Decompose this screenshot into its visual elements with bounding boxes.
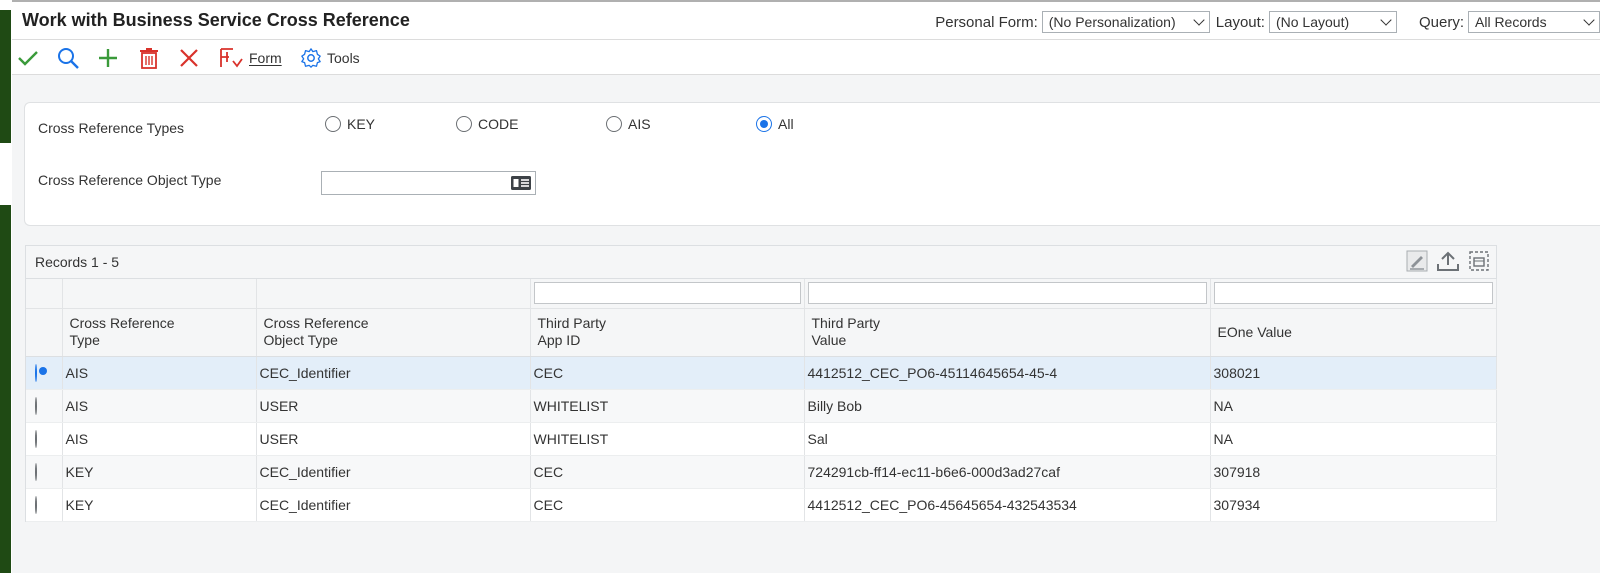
close-icon [180,49,198,67]
type-cell: AIS [62,422,257,456]
radio-code[interactable]: CODE [456,116,518,132]
qbe-eone-value-input[interactable] [1213,282,1493,305]
personal-form-label: Personal Form: [935,13,1038,31]
qbe-row [26,279,1497,309]
qbe-third-party-value-input[interactable] [807,282,1207,305]
form-menu-button[interactable]: Form [218,46,282,70]
export-icon[interactable] [1436,250,1460,272]
left-edge [0,0,12,573]
filter-panel: Cross Reference Types KEY CODE AIS All C… [24,102,1600,226]
third-party-value-cell: 724291cb-ff14-ec11-b6e6-000d3ad27caf [804,455,1211,489]
layout-select[interactable]: (No Layout) [1268,11,1397,33]
delete-button[interactable] [137,46,161,70]
query-select[interactable]: All Records [1468,11,1600,33]
app-id-cell: CEC [530,356,805,390]
tools-menu-button[interactable]: Tools [300,46,360,70]
row-select-radio-selected[interactable] [35,363,37,382]
col-header-object-type[interactable]: Cross Reference Object Type [256,308,531,357]
eone-value-cell: NA [1210,422,1497,456]
grid-header-bar: Records 1 - 5 [26,246,1496,279]
cross-reference-types-label: Cross Reference Types [38,120,185,136]
col-header-eone-value[interactable]: EOne Value [1210,308,1497,357]
third-party-value-cell: 4412512_CEC_PO6-45645654-432543534 [804,488,1211,522]
app-id-cell: CEC [530,488,805,522]
col-header-app-id[interactable]: Third Party App ID [530,308,805,357]
object-type-input[interactable] [321,171,536,195]
object-type-cell: USER [256,389,531,423]
trash-icon [140,48,158,69]
grid-body: AIS CEC_Identifier CEC 4412512_CEC_PO6-4511… [26,356,1497,522]
records-count: Records 1 - 5 [35,254,120,270]
add-button[interactable] [96,46,120,70]
qbe-third-party-app-id-input[interactable] [533,282,801,305]
page-title: Work with Business Service Cross Referen… [22,10,410,30]
table-row[interactable]: AIS CEC_Identifier CEC 4412512_CEC_PO6-4511… [26,356,1497,390]
checkmark-icon [18,51,38,66]
tools-menu-label: Tools [327,50,360,66]
eone-value-cell: 308021 [1210,356,1497,390]
radio-button-selected[interactable] [756,116,772,132]
eone-value-cell: 307918 [1210,455,1497,489]
close-button[interactable] [177,46,201,70]
radio-ais[interactable]: AIS [606,116,651,132]
maximize-grid-icon[interactable] [1468,250,1490,272]
object-type-cell: USER [256,422,531,456]
app-id-cell: WHITELIST [530,389,805,423]
chevron-down-icon [1583,14,1595,26]
title-bar: Work with Business Service Cross Referen… [12,2,1600,40]
radio-button[interactable] [456,116,472,132]
object-type-cell: CEC_Identifier [256,356,531,390]
third-party-value-cell: Sal [804,422,1211,456]
header-controls: Personal Form: (No Personalization) Layo… [935,11,1600,33]
add-icon [99,49,117,67]
third-party-value-cell: 4412512_CEC_PO6-45114645654-45-4 [804,356,1211,390]
form-menu-label: Form [249,50,282,66]
radio-button[interactable] [325,116,341,132]
table-row[interactable]: KEY CEC_Identifier CEC 4412512_CEC_PO6-4564… [26,488,1497,522]
records-table: Cross Reference Type Cross Reference Objec… [26,279,1497,522]
gear-icon [301,48,321,68]
radio-all[interactable]: All [756,116,794,132]
col-header-type[interactable]: Cross Reference Type [62,308,257,357]
third-party-value-cell: Billy Bob [804,389,1211,423]
row-select-radio[interactable] [35,429,37,448]
cross-reference-object-type-label: Cross Reference Object Type [38,172,222,188]
radio-key[interactable]: KEY [325,116,375,132]
app-window: Work with Business Service Cross Referen… [12,0,1600,573]
edit-grid-icon[interactable] [1406,250,1428,272]
col-header-third-party-value[interactable]: Third Party Value [804,308,1211,357]
layout-label: Layout: [1215,13,1265,31]
toolbar: Form Tools [12,40,1600,75]
type-cell: AIS [62,389,257,423]
row-select-radio[interactable] [35,495,37,514]
type-cell: KEY [62,488,257,522]
object-type-cell: CEC_Identifier [256,488,531,522]
type-cell: AIS [62,356,257,390]
query-label: Query: [1418,13,1464,31]
table-row[interactable]: KEY CEC_Identifier CEC 724291cb-ff14-ec11-b… [26,455,1497,489]
type-cell: KEY [62,455,257,489]
chevron-down-icon [1380,14,1392,26]
table-row[interactable]: AIS USER WHITELIST Billy Bob NA [26,389,1497,423]
find-button[interactable] [56,46,80,70]
records-grid: Records 1 - 5 Cross Reference Type Cross… [25,245,1497,522]
radio-button[interactable] [606,116,622,132]
eone-value-cell: NA [1210,389,1497,423]
column-headers: Cross Reference Type Cross Reference Objec… [26,308,1497,357]
app-id-cell: CEC [530,455,805,489]
eone-value-cell: 307934 [1210,488,1497,522]
object-type-cell: CEC_Identifier [256,455,531,489]
grid-actions [1406,250,1490,272]
row-select-radio[interactable] [35,462,37,481]
app-side-bar [0,10,11,573]
search-icon [58,48,79,69]
personal-form-select[interactable]: (No Personalization) [1041,11,1210,33]
table-row[interactable]: AIS USER WHITELIST Sal NA [26,422,1497,456]
visual-assist-icon[interactable] [510,175,532,191]
chevron-down-icon [1193,14,1205,26]
app-id-cell: WHITELIST [530,422,805,456]
form-menu-icon [220,48,243,68]
row-select-radio[interactable] [35,396,37,415]
ok-button[interactable] [16,46,40,70]
